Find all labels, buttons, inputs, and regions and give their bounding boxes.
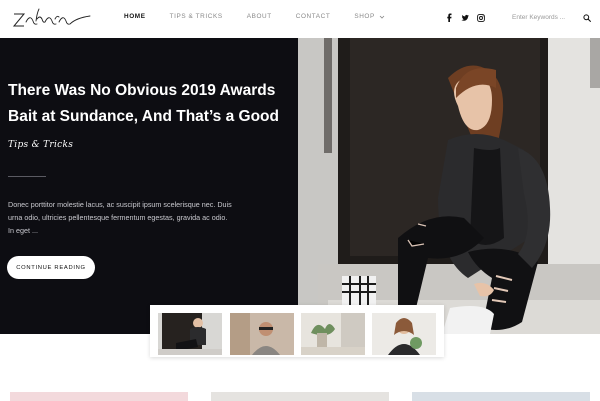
- slider-thumbnails: [150, 305, 444, 357]
- hero-slider: There Was No Obvious 2019 Awards Bait at…: [0, 38, 600, 334]
- search-box: [508, 10, 594, 25]
- nav-shop[interactable]: SHOP: [354, 13, 385, 20]
- post-card[interactable]: [412, 392, 590, 401]
- facebook-icon[interactable]: [445, 13, 453, 22]
- social-links: [445, 13, 485, 22]
- hero-excerpt: Donec porttitor molestie lacus, ac susci…: [8, 200, 232, 235]
- search-input[interactable]: [508, 10, 578, 25]
- nav-about-label: ABOUT: [246, 13, 272, 20]
- search-icon[interactable]: [581, 12, 592, 23]
- nav-tips-tricks-label: TIPS & TRICKS: [169, 13, 223, 20]
- instagram-icon[interactable]: [477, 13, 485, 22]
- nav-home[interactable]: HOME: [124, 13, 146, 20]
- nav-shop-label: SHOP: [354, 13, 375, 20]
- chevron-down-icon: [379, 15, 385, 19]
- nav-about[interactable]: ABOUT: [247, 13, 272, 20]
- nav-tips-tricks[interactable]: TIPS & TRICKS: [170, 13, 223, 20]
- hero-image[interactable]: [298, 38, 600, 334]
- continue-reading-button[interactable]: CONTINUE READING: [7, 256, 95, 279]
- slider-thumbnail[interactable]: [372, 313, 436, 355]
- nav-home-label: HOME: [124, 13, 146, 20]
- twitter-icon[interactable]: [461, 13, 469, 22]
- main-nav: HOME TIPS & TRICKS ABOUT CONTACT SHOP: [124, 13, 409, 20]
- hero-category[interactable]: Tips & Tricks: [8, 140, 73, 150]
- slider-thumbnail[interactable]: [158, 313, 222, 355]
- hero-title[interactable]: There Was No Obvious 2019 Awards Bait at…: [8, 78, 283, 130]
- post-card[interactable]: [10, 392, 188, 401]
- nav-contact-label: CONTACT: [295, 13, 331, 20]
- slider-thumbnail[interactable]: [230, 313, 294, 355]
- hero-divider: [8, 176, 46, 177]
- site-header: HOME TIPS & TRICKS ABOUT CONTACT SHOP: [0, 0, 600, 38]
- hero-text-panel: There Was No Obvious 2019 Awards Bait at…: [0, 38, 298, 334]
- site-logo[interactable]: [8, 2, 100, 34]
- nav-contact[interactable]: CONTACT: [296, 13, 331, 20]
- slider-thumbnail[interactable]: [301, 313, 365, 355]
- post-card[interactable]: [211, 392, 389, 401]
